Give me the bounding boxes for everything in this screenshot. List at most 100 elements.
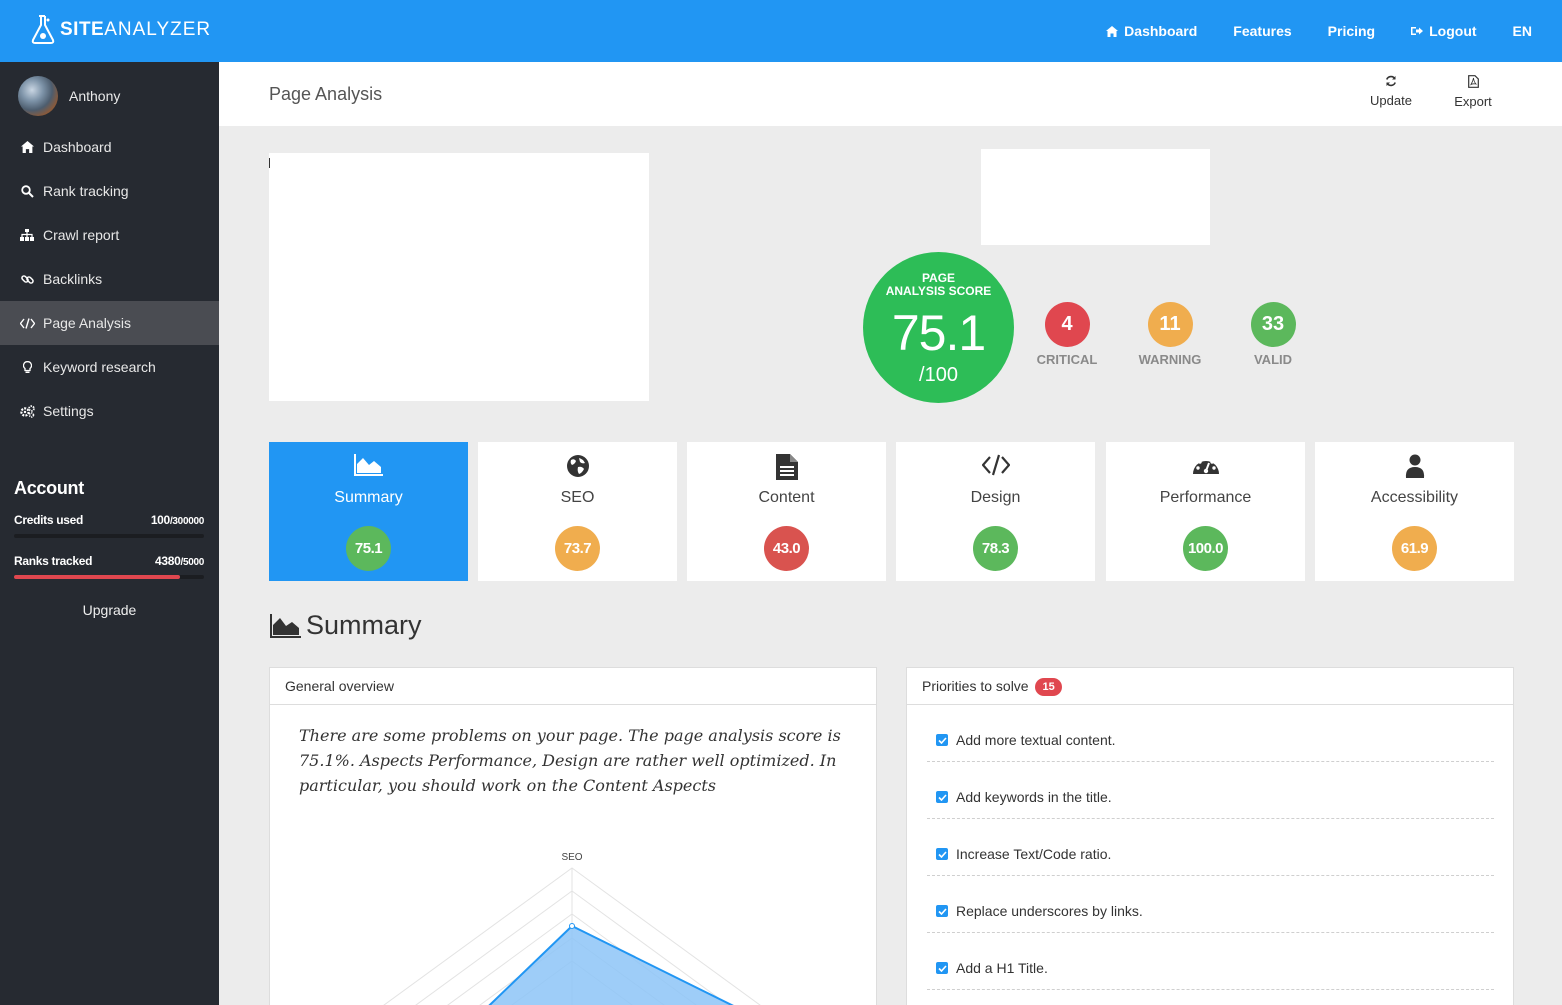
category-score: 43.0 [764, 526, 809, 571]
priority-text: Add a H1 Title. [956, 960, 1048, 976]
category-card-seo[interactable]: SEO 73.7 [478, 442, 677, 581]
user-name: Anthony [69, 88, 121, 104]
category-score: 73.7 [555, 526, 600, 571]
code-icon [19, 315, 35, 331]
account-panel: Account Credits used 100/300000 Ranks tr… [14, 478, 204, 579]
checkbox-checked-icon[interactable] [936, 905, 948, 917]
nav-features-label: Features [1233, 23, 1292, 39]
upgrade-link[interactable]: Upgrade [0, 602, 219, 618]
page-screenshot [269, 153, 649, 401]
priority-item[interactable]: Replace underscores by links. [927, 876, 1494, 933]
critical-count[interactable]: 4 CRITICAL [1027, 302, 1107, 367]
priority-item[interactable]: Add more textual content. [927, 705, 1494, 762]
category-name: Performance [1159, 489, 1252, 506]
nav-features-link[interactable]: Features [1233, 23, 1291, 39]
sidebar-item-dashboard[interactable]: Dashboard [0, 125, 219, 169]
credits-label: Credits used [14, 513, 84, 527]
sidebar-item-label: Settings [43, 403, 94, 419]
category-name: Design [970, 489, 1021, 506]
category-name: SEO [560, 489, 595, 506]
priority-text: Add keywords in the title. [956, 789, 1112, 805]
area-chart-icon [269, 454, 468, 480]
summary-heading: Summary [270, 610, 422, 641]
priorities-list: Add more textual content. Add keywords i… [927, 705, 1494, 990]
brand-name-bold: SITE [60, 19, 105, 40]
credits-progress-bar [14, 534, 204, 538]
update-label: Update [1370, 93, 1412, 108]
sidebar-nav: Dashboard Rank tracking Crawl report Bac… [0, 125, 219, 433]
language-label: EN [1512, 23, 1532, 39]
page-title: Page Analysis [269, 84, 383, 104]
valid-label: VALID [1253, 352, 1293, 367]
priority-text: Add more textual content. [956, 732, 1116, 748]
ranks-progress-bar [14, 575, 204, 579]
update-button[interactable]: Update [1367, 75, 1415, 108]
priority-item[interactable]: Increase Text/Code ratio. [927, 819, 1494, 876]
ranks-label: Ranks tracked [14, 554, 93, 568]
sidebar-item-crawl-report[interactable]: Crawl report [0, 213, 219, 257]
summary-title: Summary [306, 610, 422, 640]
category-name: Accessibility [1370, 489, 1459, 506]
priorities-panel: Priorities to solve 15 Add more textual … [906, 667, 1514, 1005]
top-navbar: SITE ANALYZER Dashboard Features Pricing … [0, 0, 1562, 62]
sidebar-item-backlinks[interactable]: Backlinks [0, 257, 219, 301]
category-card-content[interactable]: Content 43.0 [687, 442, 886, 581]
export-button[interactable]: Export [1451, 75, 1495, 109]
category-name: Content [758, 489, 815, 506]
area-chart-icon [270, 613, 301, 638]
warning-count[interactable]: 11 WARNING [1130, 302, 1210, 367]
lightbulb-icon [19, 359, 35, 375]
nav-dashboard-label: Dashboard [1124, 23, 1198, 39]
valid-badge: 33 [1250, 302, 1296, 347]
critical-label: CRITICAL [1036, 352, 1098, 367]
general-overview-title: General overview [270, 668, 876, 705]
nav-logout-link[interactable]: Logout [1411, 23, 1477, 39]
user-icon [1315, 454, 1514, 480]
category-card-accessibility[interactable]: Accessibility 61.9 [1315, 442, 1514, 581]
sidebar-item-page-analysis[interactable]: Page Analysis [0, 301, 219, 345]
radar-point-seo [569, 923, 575, 929]
sidebar-item-label: Backlinks [43, 271, 103, 287]
score-max: /100 [919, 364, 958, 386]
sidebar-item-label: Keyword research [43, 359, 156, 375]
category-card-summary[interactable]: Summary 75.1 [269, 442, 468, 581]
flask-icon [31, 15, 55, 44]
refresh-icon [1386, 75, 1396, 87]
ranks-value: 4380/5000 [154, 554, 204, 568]
checkbox-checked-icon[interactable] [936, 791, 948, 803]
credits-meter: Credits used 100/300000 [14, 513, 204, 538]
site-logo[interactable]: SITE ANALYZER [30, 12, 211, 48]
nav-dashboard-link[interactable]: Dashboard [1106, 23, 1197, 39]
sidebar: Anthony Dashboard Rank tracking Crawl re… [0, 62, 219, 1005]
sidebar-item-label: Dashboard [43, 139, 112, 155]
category-score: 78.3 [973, 526, 1018, 571]
radar-axis-label-seo: SEO [561, 852, 582, 863]
analysis-score-circle: PAGE ANALYSIS SCORE 75.1 /100 [863, 252, 1014, 403]
priority-item[interactable]: Add keywords in the title. [927, 762, 1494, 819]
priority-text: Increase Text/Code ratio. [956, 846, 1112, 862]
page-header: Page Analysis Update Export [219, 62, 1562, 126]
category-card-performance[interactable]: Performance 100.0 [1106, 442, 1305, 581]
checkbox-checked-icon[interactable] [936, 734, 948, 746]
gears-icon [19, 403, 35, 419]
category-name: Summary [334, 489, 403, 506]
priorities-count-badge: 15 [1035, 678, 1062, 696]
nav-pricing-link[interactable]: Pricing [1328, 23, 1375, 39]
language-switch[interactable]: EN [1513, 23, 1532, 39]
priority-item[interactable]: Add a H1 Title. [927, 933, 1494, 990]
checkbox-checked-icon[interactable] [936, 962, 948, 974]
category-card-design[interactable]: Design 78.3 [896, 442, 1095, 581]
nav-pricing-label: Pricing [1327, 23, 1376, 39]
ranks-progress-fill [14, 575, 181, 579]
sidebar-item-keyword-research[interactable]: Keyword research [0, 345, 219, 389]
search-icon [19, 183, 35, 199]
sidebar-item-rank-tracking[interactable]: Rank tracking [0, 169, 219, 213]
valid-count[interactable]: 33 VALID [1233, 302, 1313, 367]
user-profile[interactable]: Anthony [18, 76, 120, 116]
export-label: Export [1454, 94, 1492, 109]
ranks-meter: Ranks tracked 4380/5000 [14, 554, 204, 579]
checkbox-checked-icon[interactable] [936, 848, 948, 860]
sidebar-item-settings[interactable]: Settings [0, 389, 219, 433]
tachometer-icon [1106, 454, 1305, 480]
account-title: Account [14, 478, 84, 498]
